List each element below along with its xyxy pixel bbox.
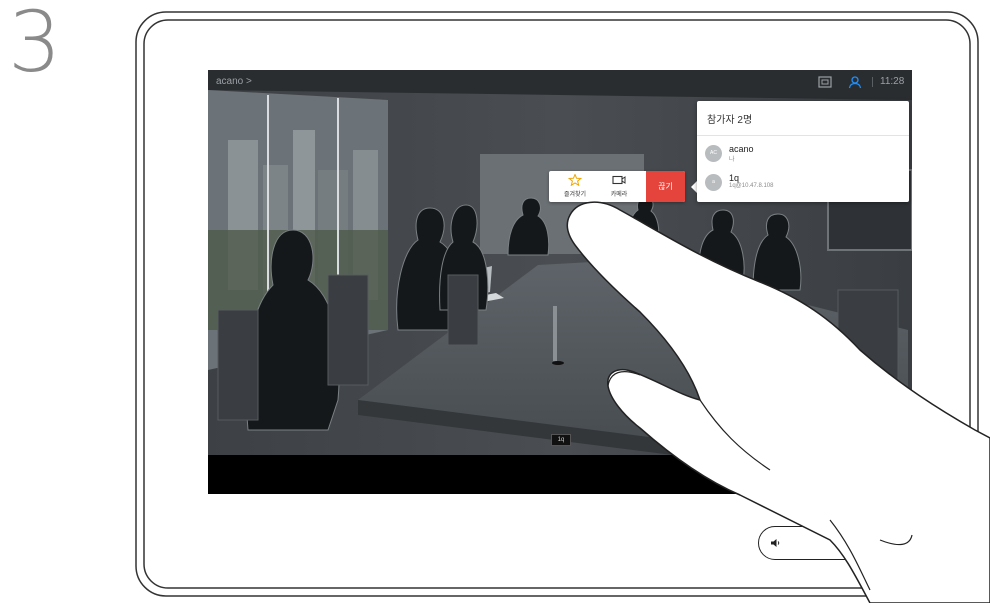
participant-name: 1q bbox=[729, 173, 740, 183]
favorite-button[interactable]: 즐겨찾기 bbox=[553, 171, 597, 202]
participants-icon[interactable] bbox=[848, 75, 862, 89]
participant-actions: 즐겨찾기 카메라 끊기 bbox=[549, 171, 685, 202]
topbar-separator bbox=[872, 77, 873, 87]
volume-up-icon[interactable] bbox=[834, 538, 846, 548]
volume-down-icon[interactable] bbox=[770, 538, 782, 548]
divider bbox=[697, 135, 909, 136]
call-name[interactable]: acano > bbox=[216, 76, 252, 87]
camera-button[interactable]: 카메라 bbox=[597, 171, 641, 202]
step-number: 3 bbox=[8, 0, 62, 91]
participant-row[interactable]: a 1q 1q@10.47.8.108 bbox=[705, 170, 905, 198]
camera-label: 카메라 bbox=[610, 192, 628, 198]
end-call-button[interactable]: 끊기 bbox=[646, 171, 685, 202]
participants-title: 참가자 2명 bbox=[707, 115, 753, 126]
favorite-label: 즐겨찾기 bbox=[563, 192, 587, 198]
avatar: a bbox=[705, 174, 722, 191]
self-view-label: 1q bbox=[551, 434, 571, 446]
avatar: AC bbox=[705, 145, 722, 162]
layout-icon[interactable] bbox=[818, 76, 832, 88]
camera-icon bbox=[612, 175, 626, 185]
video-call-screen: acano > 11:28 참가자 2명 AC acano 나 a 1q 1q@… bbox=[208, 70, 912, 494]
star-icon bbox=[568, 174, 582, 186]
participant-subtitle: 1q@10.47.8.108 bbox=[729, 183, 774, 189]
participant-row[interactable]: AC acano 나 bbox=[705, 141, 905, 169]
clock: 11:28 bbox=[880, 76, 905, 87]
call-top-bar: acano > 11:28 bbox=[208, 70, 912, 94]
participant-subtitle: 나 bbox=[729, 157, 735, 163]
bottom-bar bbox=[208, 455, 912, 494]
participant-name: acano bbox=[729, 144, 754, 154]
participants-panel: 참가자 2명 AC acano 나 a 1q 1q@10.47.8.108 bbox=[697, 101, 909, 202]
